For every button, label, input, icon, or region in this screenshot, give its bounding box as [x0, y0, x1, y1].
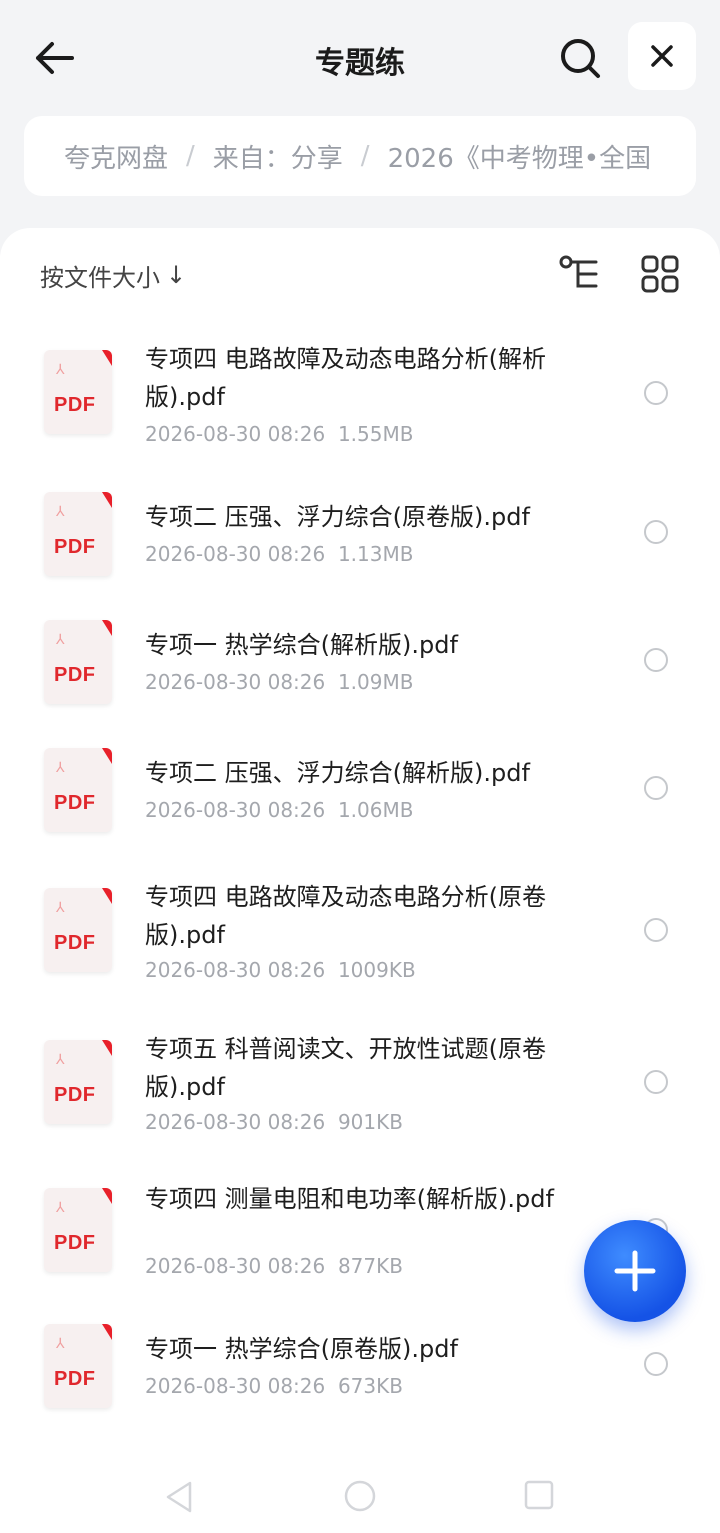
file-size: 1.06MB [337, 798, 414, 822]
pdf-file-icon: ⅄ PDF [44, 350, 112, 434]
select-radio[interactable] [644, 1070, 668, 1094]
file-size: 1.13MB [337, 542, 414, 566]
search-button[interactable] [556, 34, 604, 82]
search-icon [561, 39, 600, 78]
select-radio[interactable] [644, 381, 668, 405]
file-name: 专项四 电路故障及动态电路分析(原卷版).pdf [145, 883, 546, 949]
pdf-file-icon: ⅄ PDF [44, 620, 112, 704]
grid-view-button[interactable] [640, 254, 680, 294]
top-bar: 专题练 [0, 0, 720, 112]
breadcrumb-item-share[interactable]: 来自：分享 [213, 138, 343, 175]
pdf-icon-label: PDF [54, 792, 96, 814]
file-date: 2026-08-30 08:26 [145, 1374, 326, 1398]
file-meta: 2026-08-30 08:26 901KB [145, 1110, 403, 1134]
file-item[interactable]: ⅄ PDF 专项二 压强、浮力综合(原卷版).pdf 2026-08-30 08… [0, 492, 720, 580]
file-panel: 按文件大小 ↓ ⅄ PDF 专项四 电路故障及动态电路分析(解析版).pdf 2… [0, 228, 720, 1533]
file-item[interactable]: ⅄ PDF 专项二 压强、浮力综合(解析版).pdf 2026-08-30 08… [0, 748, 720, 836]
select-radio[interactable] [644, 1352, 668, 1376]
file-item[interactable]: ⅄ PDF 专项五 科普阅读文、开放性试题(原卷版).pdf 2026-08-3… [0, 1030, 720, 1154]
breadcrumb-separator: / [360, 141, 370, 171]
nav-back-icon[interactable] [164, 1480, 194, 1514]
file-name: 专项四 电路故障及动态电路分析(解析版).pdf [145, 345, 546, 411]
file-item[interactable]: ⅄ PDF 专项四 电路故障及动态电路分析(解析版).pdf 2026-08-3… [0, 338, 720, 462]
pdf-icon-label: PDF [54, 664, 96, 686]
pdf-file-icon: ⅄ PDF [44, 748, 112, 832]
file-item[interactable]: ⅄ PDF 专项四 电路故障及动态电路分析(原卷版).pdf 2026-08-3… [0, 878, 720, 1002]
file-size: 673KB [337, 1374, 403, 1398]
file-size: 877KB [337, 1254, 403, 1278]
breadcrumb-item-folder[interactable]: 2026《中考物理•全国 [388, 138, 652, 175]
file-date: 2026-08-30 08:26 [145, 670, 326, 694]
system-nav-bar [0, 1460, 720, 1533]
pdf-icon-label: PDF [54, 536, 96, 558]
file-size: 901KB [337, 1110, 403, 1134]
add-button[interactable] [584, 1220, 686, 1322]
file-meta: 2026-08-30 08:26 1.06MB [145, 798, 413, 822]
plus-icon [614, 1250, 656, 1292]
nav-recent-icon[interactable] [524, 1480, 554, 1510]
sort-label: 按文件大小 [40, 263, 160, 292]
tree-view-button[interactable] [558, 254, 602, 294]
pdf-icon-label: PDF [54, 1232, 96, 1254]
select-radio[interactable] [644, 918, 668, 942]
file-size: 1009KB [337, 958, 416, 982]
pdf-file-icon: ⅄ PDF [44, 888, 112, 972]
select-radio[interactable] [644, 648, 668, 672]
file-meta: 2026-08-30 08:26 1.55MB [145, 422, 413, 446]
file-size: 1.09MB [337, 670, 414, 694]
close-button[interactable] [628, 22, 696, 90]
breadcrumb-separator: / [186, 141, 195, 171]
file-meta: 2026-08-30 08:26 673KB [145, 1374, 403, 1398]
file-date: 2026-08-30 08:26 [145, 1254, 326, 1278]
tree-icon [559, 255, 598, 288]
file-date: 2026-08-30 08:26 [145, 798, 326, 822]
file-date: 2026-08-30 08:26 [145, 542, 326, 566]
pdf-file-icon: ⅄ PDF [44, 492, 112, 576]
grid-icon [641, 255, 679, 293]
file-date: 2026-08-30 08:26 [145, 958, 326, 982]
nav-home-icon[interactable] [344, 1480, 376, 1512]
pdf-file-icon: ⅄ PDF [44, 1040, 112, 1124]
file-name: 专项一 热学综合(解析版).pdf [145, 631, 458, 659]
file-name: 专项一 热学综合(原卷版).pdf [145, 1335, 458, 1363]
pdf-icon-label: PDF [54, 1084, 96, 1106]
file-meta: 2026-08-30 08:26 877KB [145, 1254, 403, 1278]
pdf-icon-label: PDF [54, 932, 96, 954]
close-icon [651, 45, 673, 67]
sort-button[interactable]: 按文件大小 ↓ [40, 258, 186, 292]
page-title: 专题练 [315, 46, 405, 81]
file-meta: 2026-08-30 08:26 1.13MB [145, 542, 413, 566]
pdf-file-icon: ⅄ PDF [44, 1188, 112, 1272]
file-item[interactable]: ⅄ PDF 专项一 热学综合(解析版).pdf 2026-08-30 08:26… [0, 620, 720, 708]
select-radio[interactable] [644, 776, 668, 800]
file-item[interactable]: ⅄ PDF 专项一 热学综合(原卷版).pdf 2026-08-30 08:26… [0, 1324, 720, 1412]
breadcrumb-item-root[interactable]: 夸克网盘 [64, 138, 168, 175]
file-meta: 2026-08-30 08:26 1009KB [145, 958, 416, 982]
pdf-icon-label: PDF [54, 1368, 96, 1390]
breadcrumb-fade [656, 116, 696, 196]
file-date: 2026-08-30 08:26 [145, 1110, 326, 1134]
arrow-down-icon: ↓ [166, 261, 187, 289]
breadcrumb: 夸克网盘 / 来自：分享 / 2026《中考物理•全国 [24, 116, 696, 196]
file-name: 专项四 测量电阻和电功率(解析版).pdf [145, 1185, 554, 1213]
select-radio[interactable] [644, 520, 668, 544]
pdf-file-icon: ⅄ PDF [44, 1324, 112, 1408]
file-name: 专项二 压强、浮力综合(原卷版).pdf [145, 503, 530, 531]
file-size: 1.55MB [337, 422, 414, 446]
pdf-icon-label: PDF [54, 394, 96, 416]
file-name: 专项五 科普阅读文、开放性试题(原卷版).pdf [145, 1035, 546, 1101]
file-meta: 2026-08-30 08:26 1.09MB [145, 670, 413, 694]
file-name: 专项二 压强、浮力综合(解析版).pdf [145, 759, 530, 787]
file-date: 2026-08-30 08:26 [145, 422, 326, 446]
